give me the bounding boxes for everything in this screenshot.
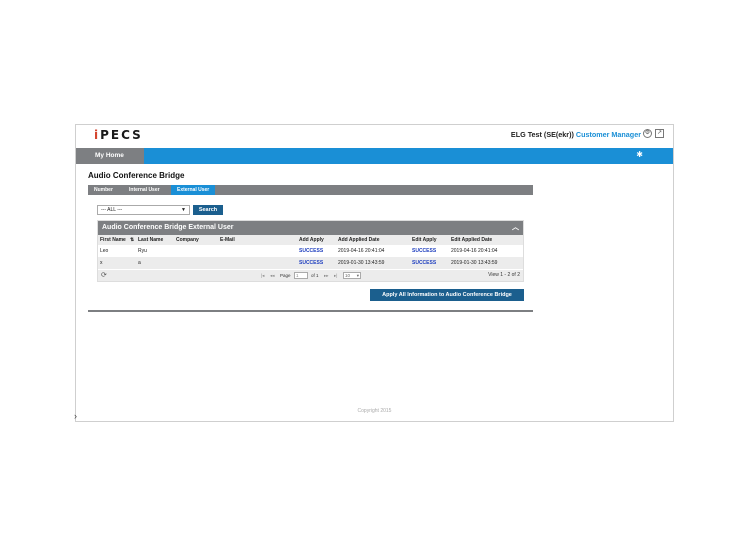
page-title: Audio Conference Bridge: [88, 171, 185, 180]
pager: ⟳ |◂ ◂◂ Page 1 of 1 ▸▸ ▸| 10 ▾ View 1 - …: [98, 270, 523, 281]
next-page-icon[interactable]: ▸▸: [324, 270, 329, 281]
tab-bar: Number Internal User External User: [88, 185, 533, 195]
cell-edit-apply: SUCCESS: [412, 260, 437, 266]
external-user-panel: Audio Conference Bridge External User ︿ …: [97, 220, 524, 282]
sidebar-expand-icon[interactable]: ›: [74, 411, 77, 421]
logout-icon[interactable]: ↗: [655, 129, 664, 138]
col-last-name[interactable]: Last Name: [138, 235, 163, 245]
cell-first-name: Leo: [100, 248, 109, 254]
chevron-down-icon: ▼: [181, 207, 186, 213]
nav-my-home[interactable]: My Home: [76, 148, 144, 164]
cell-edit-applied-date: 2019-01-30 13:43:59: [451, 260, 498, 266]
col-first-name[interactable]: First Name: [100, 235, 126, 245]
table-row[interactable]: Leo Ryu SUCCESS 2019-04-16 20:41:04 SUCC…: [98, 245, 523, 257]
tab-number[interactable]: Number: [88, 185, 119, 195]
site-name: ELG Test (SE(ekr)): [510, 130, 574, 139]
view-info: View 1 - 2 of 2: [488, 272, 520, 278]
panel-header: Audio Conference Bridge External User ︿: [98, 221, 523, 235]
last-page-icon[interactable]: ▸|: [334, 270, 337, 281]
sort-icon[interactable]: ⇅: [130, 235, 134, 245]
tab-internal-user[interactable]: Internal User: [123, 185, 166, 195]
chevron-down-icon: ▾: [356, 273, 359, 278]
header-user-info: ELG Test (SE(ekr)) Customer Manager: [511, 130, 641, 139]
first-page-icon[interactable]: |◂: [261, 270, 264, 281]
page-of-label: of 1: [311, 273, 319, 278]
user-role-link[interactable]: Customer Manager: [576, 130, 641, 139]
apply-all-button[interactable]: Apply All Information to Audio Conferenc…: [370, 289, 524, 301]
table-header: First Name ⇅ Last Name Company E-Mail Ad…: [98, 235, 523, 245]
col-company[interactable]: Company: [176, 235, 199, 245]
star-icon[interactable]: ✱: [636, 150, 643, 159]
collapse-icon[interactable]: ︿: [508, 221, 519, 235]
cell-add-applied-date: 2019-04-16 20:41:04: [338, 248, 385, 254]
refresh-icon[interactable]: ⟳: [101, 271, 107, 279]
copyright: Copyright 2015: [357, 408, 392, 414]
col-add-applied-date[interactable]: Add Applied Date: [338, 235, 379, 245]
prev-page-icon[interactable]: ◂◂: [270, 270, 275, 281]
page-size-value: 10: [345, 273, 351, 278]
tab-external-user[interactable]: External User: [171, 185, 216, 195]
cell-add-applied-date: 2019-01-30 13:43:59: [338, 260, 385, 266]
app-header: iPECS ELG Test (SE(ekr)) Customer Manage…: [76, 125, 673, 148]
col-email[interactable]: E-Mail: [220, 235, 235, 245]
cell-add-apply: SUCCESS: [299, 248, 324, 254]
col-edit-applied-date[interactable]: Edit Applied Date: [451, 235, 492, 245]
cell-last-name: Ryu: [138, 248, 147, 254]
divider: [88, 310, 533, 312]
filter-select-value: --- ALL ---: [101, 207, 123, 213]
ipecs-logo: iPECS: [94, 128, 143, 142]
cell-edit-applied-date: 2019-04-16 20:41:04: [451, 248, 498, 254]
panel-title: Audio Conference Bridge External User: [102, 224, 234, 231]
cell-edit-apply: SUCCESS: [412, 248, 437, 254]
page-number-input[interactable]: 1: [294, 272, 308, 279]
app-window: iPECS ELG Test (SE(ekr)) Customer Manage…: [75, 124, 674, 422]
col-add-apply[interactable]: Add Apply: [299, 235, 324, 245]
col-edit-apply[interactable]: Edit Apply: [412, 235, 437, 245]
main-nav: My Home ✱: [76, 148, 673, 164]
page-size-select[interactable]: 10 ▾: [343, 272, 361, 279]
search-button[interactable]: Search: [193, 205, 223, 215]
cell-first-name: x: [100, 260, 103, 266]
page-label: Page: [280, 273, 291, 278]
cell-add-apply: SUCCESS: [299, 260, 324, 266]
table-row[interactable]: x a SUCCESS 2019-01-30 13:43:59 SUCCESS …: [98, 257, 523, 269]
filter-select[interactable]: --- ALL --- ▼: [97, 205, 190, 215]
settings-icon[interactable]: ⚙: [643, 129, 652, 138]
cell-last-name: a: [138, 260, 141, 266]
